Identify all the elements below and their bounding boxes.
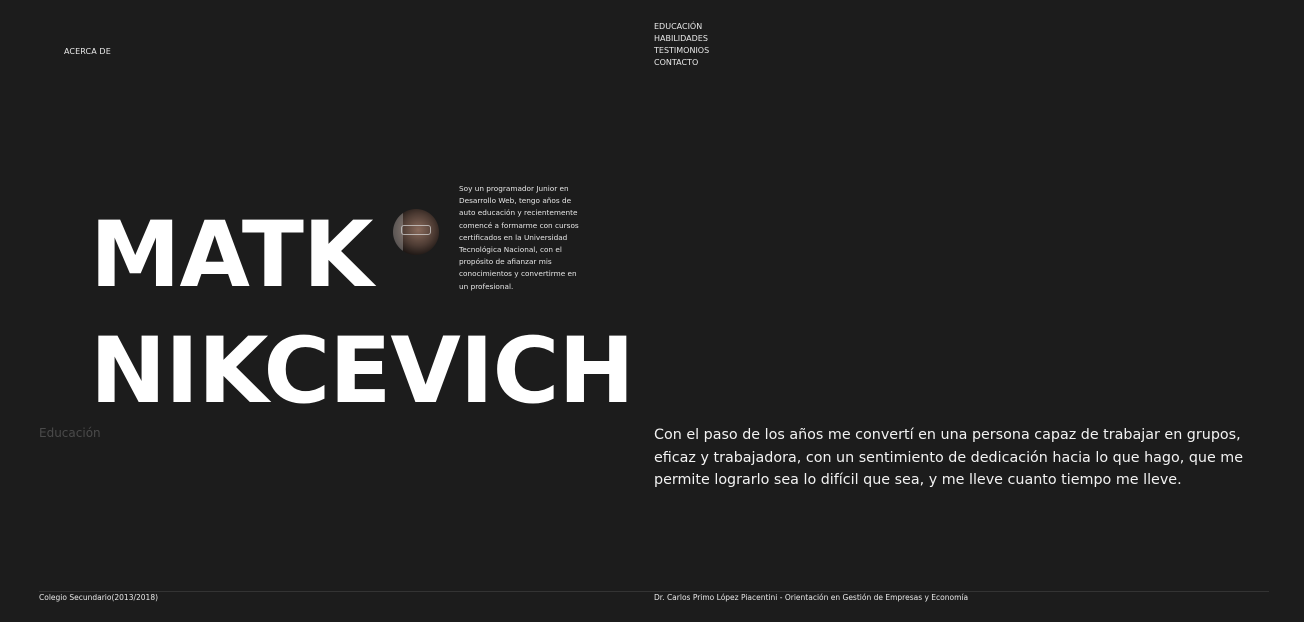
nav-link-contact[interactable]: CONTACTO bbox=[654, 58, 709, 68]
education-entry-period: Colegio Secundario(2013/2018) bbox=[39, 593, 159, 602]
nav-link-skills[interactable]: HABILIDADES bbox=[654, 34, 709, 44]
top-nav: EDUCACIÓN HABILIDADES TESTIMONIOS CONTAC… bbox=[654, 22, 709, 68]
education-entry-school: Dr. Carlos Primo López Piacentini - Orie… bbox=[654, 593, 969, 602]
education-section-label: Educación bbox=[39, 426, 101, 440]
nav-link-education[interactable]: EDUCACIÓN bbox=[654, 22, 709, 32]
avatar bbox=[393, 209, 439, 255]
nav-link-testimonials[interactable]: TESTIMONIOS bbox=[654, 46, 709, 56]
hero-last-name: NIKCEVICH bbox=[90, 319, 635, 424]
nav-about-link[interactable]: ACERCA DE bbox=[64, 47, 111, 56]
education-statement: Con el paso de los años me convertí en u… bbox=[654, 427, 1244, 488]
divider bbox=[39, 591, 1269, 592]
hero-bio: Soy un programador Junior en Desarrollo … bbox=[459, 184, 579, 291]
